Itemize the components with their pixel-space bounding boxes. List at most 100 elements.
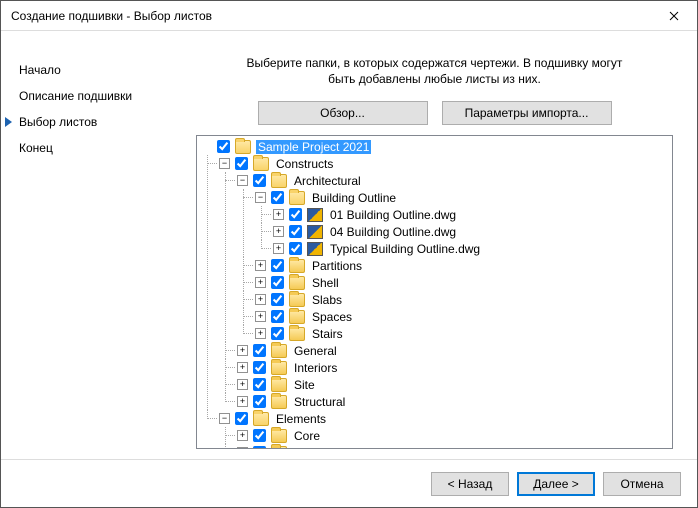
step-finish[interactable]: Конец	[19, 135, 186, 161]
expand-toggle[interactable]: +	[273, 243, 284, 254]
node-label[interactable]: Structural	[292, 395, 347, 409]
node-label[interactable]: 01 Building Outline.dwg	[328, 208, 458, 222]
node-label[interactable]: 04 Building Outline.dwg	[328, 225, 458, 239]
checkbox[interactable]	[253, 378, 266, 391]
checkbox[interactable]	[271, 310, 284, 323]
folder-open-icon	[253, 412, 269, 426]
button-row: Обзор... Параметры импорта...	[196, 101, 673, 125]
collapse-toggle[interactable]: −	[237, 175, 248, 186]
tree-node-folder[interactable]: + Slabs	[255, 291, 672, 308]
node-label[interactable]: Architectural	[292, 174, 363, 188]
expand-toggle[interactable]: +	[237, 362, 248, 373]
folder-icon	[289, 259, 305, 273]
checkbox[interactable]	[253, 429, 266, 442]
expand-toggle[interactable]: +	[273, 209, 284, 220]
import-options-button[interactable]: Параметры импорта...	[442, 101, 612, 125]
checkbox[interactable]	[253, 446, 266, 449]
close-icon	[669, 11, 679, 21]
tree-node-folder[interactable]: + Structural	[237, 393, 672, 410]
next-button[interactable]: Далее >	[517, 472, 595, 496]
wizard-footer: < Назад Далее > Отмена	[1, 459, 697, 507]
expand-toggle[interactable]: +	[255, 328, 266, 339]
folder-icon	[289, 293, 305, 307]
expand-toggle[interactable]: +	[255, 277, 266, 288]
tree-node-folder[interactable]: + Core	[237, 427, 672, 444]
expand-toggle[interactable]: +	[255, 311, 266, 322]
tree-node-file[interactable]: + Typical Building Outline.dwg	[273, 240, 672, 257]
tree-node-root[interactable]: Sample Project 2021	[201, 138, 672, 155]
folder-icon	[289, 327, 305, 341]
node-label[interactable]: Interiors	[292, 361, 339, 375]
window-title: Создание подшивки - Выбор листов	[11, 9, 212, 23]
tree-node-folder[interactable]: + Partitions	[255, 257, 672, 274]
node-label[interactable]: Spaces	[310, 310, 354, 324]
checkbox[interactable]	[289, 242, 302, 255]
node-label[interactable]: Sample Project 2021	[256, 140, 371, 154]
expand-toggle[interactable]: +	[237, 345, 248, 356]
tree-node-folder[interactable]: + General	[237, 342, 672, 359]
checkbox[interactable]	[217, 140, 230, 153]
checkbox[interactable]	[271, 276, 284, 289]
tree-node-file[interactable]: + 01 Building Outline.dwg	[273, 206, 672, 223]
expand-toggle[interactable]: +	[255, 260, 266, 271]
collapse-toggle[interactable]: −	[255, 192, 266, 203]
tree-node-file[interactable]: + 04 Building Outline.dwg	[273, 223, 672, 240]
tree-node-constructs[interactable]: − Constructs	[219, 155, 672, 172]
tree-node-architectural[interactable]: − Architectural	[237, 172, 672, 189]
checkbox[interactable]	[289, 225, 302, 238]
expand-toggle[interactable]: +	[237, 430, 248, 441]
tree-node-folder[interactable]: + Furniture	[237, 444, 672, 449]
checkbox[interactable]	[235, 412, 248, 425]
node-label[interactable]: Elements	[274, 412, 328, 426]
checkbox[interactable]	[253, 395, 266, 408]
tree-node-folder[interactable]: + Stairs	[255, 325, 672, 342]
checkbox[interactable]	[271, 191, 284, 204]
checkbox[interactable]	[253, 361, 266, 374]
wizard-sidebar: Начало Описание подшивки Выбор листов Ко…	[1, 31, 186, 459]
checkbox[interactable]	[253, 174, 266, 187]
step-sheetset-desc[interactable]: Описание подшивки	[19, 83, 186, 109]
tree-node-folder[interactable]: + Spaces	[255, 308, 672, 325]
tree-node-folder[interactable]: + Site	[237, 376, 672, 393]
checkbox[interactable]	[289, 208, 302, 221]
expand-toggle[interactable]: +	[237, 379, 248, 390]
expand-toggle[interactable]: +	[237, 447, 248, 449]
folder-tree[interactable]: Sample Project 2021 − Constructs	[196, 135, 673, 449]
folder-icon	[271, 429, 287, 443]
tree-node-elements[interactable]: − Elements	[219, 410, 672, 427]
node-label[interactable]: Typical Building Outline.dwg	[328, 242, 482, 256]
node-label[interactable]: Shell	[310, 276, 341, 290]
step-start[interactable]: Начало	[19, 57, 186, 83]
main-panel: Выберите папки, в которых содержатся чер…	[186, 31, 697, 459]
node-label[interactable]: Furniture	[292, 446, 344, 449]
back-button[interactable]: < Назад	[431, 472, 509, 496]
node-label[interactable]: Partitions	[310, 259, 364, 273]
node-label[interactable]: Stairs	[310, 327, 345, 341]
checkbox[interactable]	[271, 327, 284, 340]
node-label[interactable]: Constructs	[274, 157, 335, 171]
node-label[interactable]: Site	[292, 378, 317, 392]
node-label[interactable]: Building Outline	[310, 191, 398, 205]
cancel-button[interactable]: Отмена	[603, 472, 681, 496]
close-button[interactable]	[651, 1, 697, 31]
expand-toggle[interactable]: +	[255, 294, 266, 305]
checkbox[interactable]	[271, 293, 284, 306]
expand-toggle[interactable]: +	[237, 396, 248, 407]
node-label[interactable]: General	[292, 344, 339, 358]
expand-toggle[interactable]: +	[273, 226, 284, 237]
content-area: Начало Описание подшивки Выбор листов Ко…	[1, 31, 697, 459]
node-label[interactable]: Core	[292, 429, 322, 443]
checkbox[interactable]	[253, 344, 266, 357]
tree-node-building-outline[interactable]: − Building Outline	[255, 189, 672, 206]
checkbox[interactable]	[235, 157, 248, 170]
collapse-toggle[interactable]: −	[219, 413, 230, 424]
dwg-icon	[307, 225, 323, 239]
collapse-toggle[interactable]: −	[219, 158, 230, 169]
node-label[interactable]: Slabs	[310, 293, 344, 307]
browse-button[interactable]: Обзор...	[258, 101, 428, 125]
tree-node-folder[interactable]: + Interiors	[237, 359, 672, 376]
folder-icon	[271, 395, 287, 409]
tree-node-folder[interactable]: + Shell	[255, 274, 672, 291]
checkbox[interactable]	[271, 259, 284, 272]
step-choose-sheets[interactable]: Выбор листов	[19, 109, 186, 135]
